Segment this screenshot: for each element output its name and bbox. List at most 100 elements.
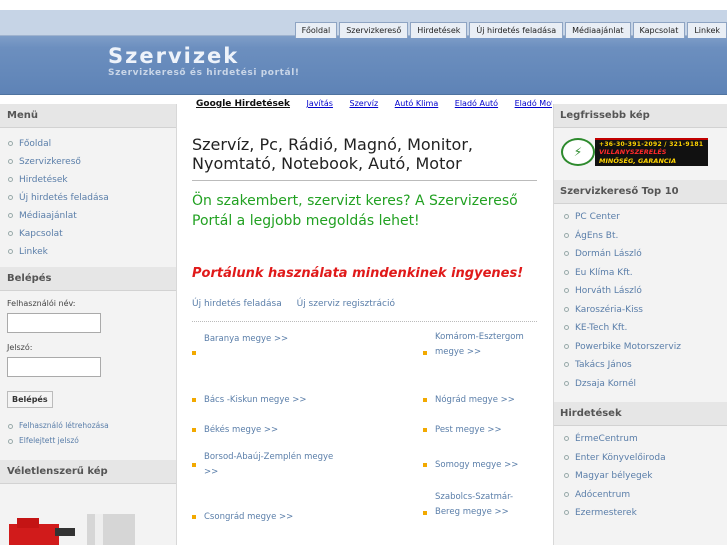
bullet-icon xyxy=(8,195,13,200)
county-label: Pest megye >> xyxy=(435,425,502,435)
bullet-icon xyxy=(564,454,569,460)
top10-item[interactable]: Eu Klíma Kft. xyxy=(564,264,727,283)
ad-tab-elado-motor[interactable]: Eladó Motor xyxy=(515,99,552,108)
ad-item[interactable]: Enter Könyvelőiroda xyxy=(564,449,727,468)
bullet-icon xyxy=(192,515,196,519)
nav-mediaajanlat[interactable]: Médiaajánlat xyxy=(565,22,631,38)
top10-title: Szervizkereső Top 10 xyxy=(554,180,727,204)
banner-slogan: MINŐSÉG, GARANCIA xyxy=(599,157,677,165)
menu-item-label: Főoldal xyxy=(19,139,52,149)
password-input[interactable] xyxy=(7,357,101,377)
top10-item[interactable]: Dormán László xyxy=(564,245,727,264)
forgot-password-link[interactable]: Elfelejtett jelszó xyxy=(8,433,176,448)
username-label: Felhasználói név: xyxy=(7,299,76,308)
top10-item[interactable]: Dzsaja Kornél xyxy=(564,375,727,394)
password-label: Jelszó: xyxy=(7,343,33,352)
menu-item-szervizkereso[interactable]: Szervizkereső xyxy=(8,153,176,171)
item-label: ÁgEns Bt. xyxy=(575,230,619,241)
bullet-icon xyxy=(564,306,569,312)
free-notice: Portálunk használata mindenkinek ingyene… xyxy=(192,266,524,281)
login-button[interactable]: Belépés xyxy=(7,391,53,408)
bullet-icon xyxy=(423,428,427,432)
county-label: Csongrád megye >> xyxy=(204,512,294,522)
menu-item-linkek[interactable]: Linkek xyxy=(8,243,176,261)
new-ad-link[interactable]: Új hirdetés feladása xyxy=(192,299,282,309)
bullet-icon xyxy=(564,436,569,441)
ad-item[interactable]: Ezermesterek xyxy=(564,504,727,523)
logo-icon: ⚡ xyxy=(561,138,595,166)
top10-item[interactable]: ÁgEns Bt. xyxy=(564,227,727,246)
menu-item-fooldal[interactable]: Főoldal xyxy=(8,135,176,153)
nav-uj-hirdetes[interactable]: Új hirdetés feladása xyxy=(469,22,564,38)
ad-item[interactable]: ÉrmeCentrum xyxy=(564,430,727,449)
bullet-icon xyxy=(8,249,13,254)
bullet-icon xyxy=(564,510,569,515)
bullet-icon xyxy=(8,213,13,218)
username-input[interactable] xyxy=(7,313,101,333)
ad-tab-javitas[interactable]: Javítás xyxy=(307,99,333,108)
bullet-icon xyxy=(192,428,196,432)
dotted-divider xyxy=(192,321,537,322)
random-image[interactable] xyxy=(9,514,135,545)
menu-item-mediaajanlat[interactable]: Médiaajánlat xyxy=(8,207,176,225)
county-label: Somogy megye >> xyxy=(435,460,519,470)
ad-tabs: Google Hirdetések Javítás Szervíz Autó K… xyxy=(178,99,552,115)
action-links: Új hirdetés feladása Új szerviz regisztr… xyxy=(192,299,407,309)
menu-item-hirdetesek[interactable]: Hirdetések xyxy=(8,171,176,189)
banner-phone: +36-30-391-2092 / 321-9181 xyxy=(599,141,704,148)
ad-tab-auto-klima[interactable]: Autó Klima xyxy=(395,99,439,108)
nav-kapcsolat[interactable]: Kapcsolat xyxy=(632,22,686,38)
nav-hirdetesek[interactable]: Hirdetések xyxy=(410,22,468,38)
menu-list: Főoldal Szervizkereső Hirdetések Új hird… xyxy=(0,128,176,267)
new-service-link[interactable]: Új szerviz regisztráció xyxy=(297,299,395,309)
bullet-icon xyxy=(8,423,13,429)
ad-tab-google[interactable]: Google Hirdetések xyxy=(196,99,290,109)
latest-image-banner[interactable]: ⚡ +36-30-391-2092 / 321-9181 VILLANYSZER… xyxy=(561,138,708,166)
top10-item[interactable]: Powerbike Motorszerviz xyxy=(564,338,727,357)
item-label: Ezermesterek xyxy=(575,508,637,518)
top10-item[interactable]: Takács János xyxy=(564,356,727,375)
top10-item[interactable]: KE-Tech Kft. xyxy=(564,319,727,338)
item-label: Horváth László xyxy=(575,286,642,296)
county-label: Bács -Kiskun megye >> xyxy=(204,395,307,405)
bullet-icon xyxy=(423,511,427,515)
link-label: Felhasználó létrehozása xyxy=(19,421,109,430)
link-label: Elfelejtett jelszó xyxy=(19,436,79,445)
top10-item[interactable]: Horváth László xyxy=(564,282,727,301)
county-label: Komárom-Esztergom megye >> xyxy=(435,332,524,357)
bullet-icon xyxy=(8,438,13,444)
nav-fooldal[interactable]: Főoldal xyxy=(294,22,338,38)
item-label: ÉrmeCentrum xyxy=(575,434,638,444)
top10-item[interactable]: PC Center xyxy=(564,208,727,227)
ad-tab-szerviz[interactable]: Szervíz xyxy=(350,99,379,108)
ad-tab-elado-auto[interactable]: Eladó Autó xyxy=(455,99,498,108)
menu-item-kapcsolat[interactable]: Kapcsolat xyxy=(8,225,176,243)
bullet-icon xyxy=(192,351,196,355)
bullet-icon xyxy=(423,351,427,355)
ad-item[interactable]: Magyar bélyegek xyxy=(564,467,727,486)
bullet-icon xyxy=(564,491,569,497)
county-label: Borsod-Abaúj-Zemplén megye >> xyxy=(204,452,334,477)
menu-item-label: Linkek xyxy=(19,247,48,257)
bullet-icon xyxy=(8,177,13,182)
banner-service: VILLANYSZERELÉS xyxy=(599,148,667,156)
bullet-icon xyxy=(192,463,196,467)
bullet-icon xyxy=(564,251,569,256)
bullet-icon xyxy=(8,231,13,236)
bullet-icon xyxy=(564,325,569,330)
create-user-link[interactable]: Felhasználó létrehozása xyxy=(8,418,176,433)
site-subtitle: Szervizkereső és hirdetési portál! xyxy=(108,68,300,78)
nav-szervizkereso[interactable]: Szervizkereső xyxy=(339,22,409,38)
ad-item[interactable]: Adócentrum xyxy=(564,486,727,505)
top10-item[interactable]: Karoszéria-Kiss xyxy=(564,301,727,320)
site-title[interactable]: Szervizek xyxy=(108,44,239,68)
main-content: Google Hirdetések Javítás Szervíz Autó K… xyxy=(178,96,552,545)
login-links: Felhasználó létrehozása Elfelejtett jels… xyxy=(0,412,176,454)
nav-linkek[interactable]: Linkek xyxy=(687,22,727,38)
menu-item-label: Új hirdetés feladása xyxy=(19,193,109,203)
item-label: Eu Klíma Kft. xyxy=(575,267,633,278)
menu-item-label: Kapcsolat xyxy=(19,229,63,239)
bullet-icon xyxy=(564,380,569,386)
menu-item-uj-hirdetes[interactable]: Új hirdetés feladása xyxy=(8,189,176,207)
menu-item-label: Médiaajánlat xyxy=(19,211,77,221)
